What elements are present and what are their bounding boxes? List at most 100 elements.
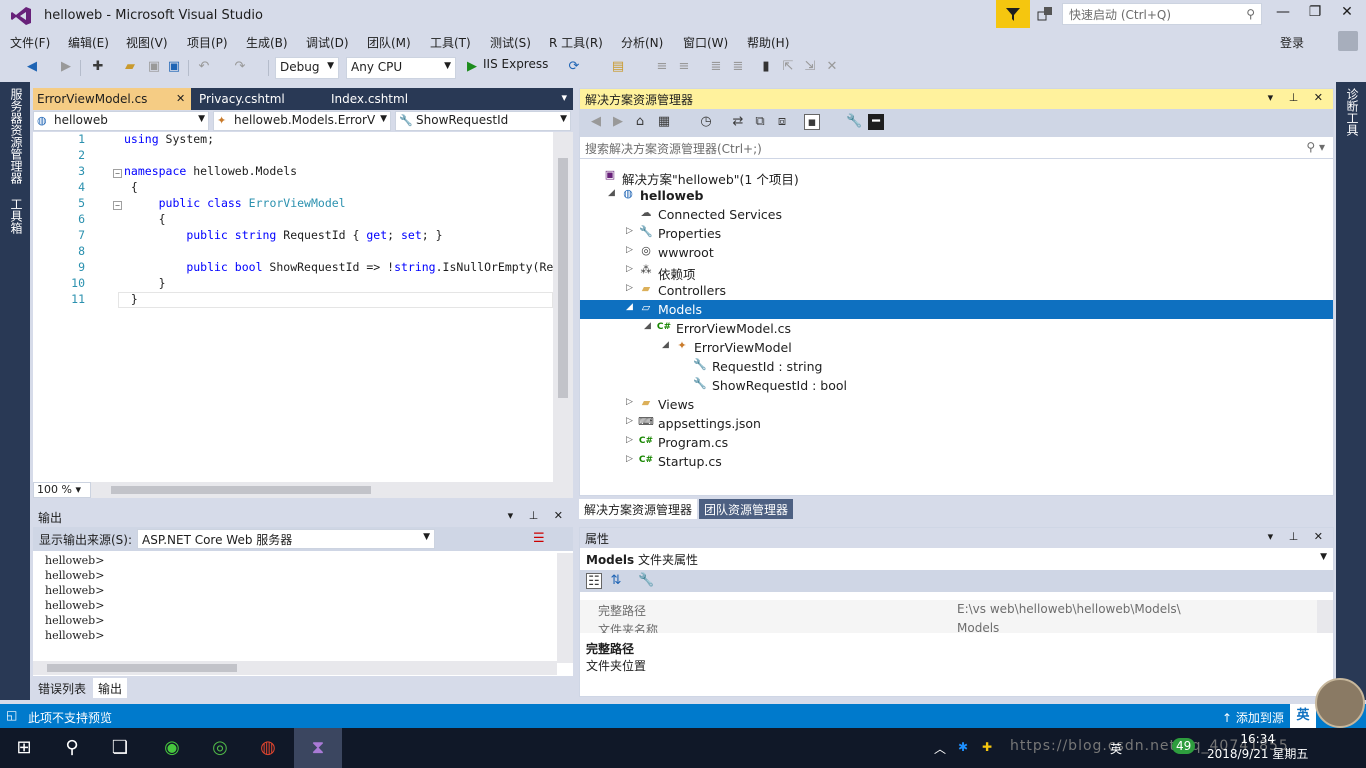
tray-language[interactable]: 英 [1110, 740, 1122, 757]
code-line[interactable]: 6 { [33, 212, 553, 228]
code-line[interactable]: 7 public string RequestId { get; set; } [33, 228, 553, 244]
solution-configuration-select[interactable]: Debug ▼ [275, 57, 339, 79]
notification-icon[interactable] [1036, 5, 1054, 23]
expanded-icon[interactable]: ◢ [644, 321, 651, 331]
tree-item[interactable]: 🔧 ShowRequestId : bool [580, 376, 1333, 395]
search-icon[interactable]: ⚲ [60, 736, 84, 760]
tree-item[interactable]: ◢ ✦ ErrorViewModel [580, 338, 1333, 357]
tray-badge[interactable]: 49 [1172, 738, 1196, 754]
sync-icon[interactable]: ⇄ [730, 114, 746, 130]
minimize-button[interactable]: — [1270, 4, 1296, 26]
home-icon[interactable]: ⌂ [632, 114, 648, 130]
output-vertical-scrollbar[interactable] [557, 553, 573, 663]
task-view-icon[interactable]: ❏ [108, 736, 132, 760]
menu-edit[interactable]: 编辑(E) [68, 34, 109, 51]
pending-changes-icon[interactable]: ◷ [698, 114, 714, 130]
zoom-select[interactable]: 100 % ▾ [33, 482, 91, 498]
menu-view[interactable]: 视图(V) [126, 34, 168, 51]
menu-test[interactable]: 测试(S) [490, 34, 531, 51]
menu-project[interactable]: 项目(P) [187, 34, 228, 51]
tree-item[interactable]: ▷ C# Startup.cs [580, 452, 1333, 471]
menu-debug[interactable]: 调试(D) [306, 34, 349, 51]
feedback-filter-button[interactable] [996, 0, 1030, 28]
pane-controls[interactable]: ▾ ⊥ ✕ [508, 509, 569, 522]
new-project-icon[interactable]: ✚ [90, 59, 106, 75]
forward-icon[interactable]: ▶ [610, 114, 626, 130]
restore-button[interactable]: ❐ [1302, 4, 1328, 26]
preview-icon[interactable]: ▪ [804, 114, 820, 130]
sign-in-link[interactable]: 登录 [1280, 34, 1304, 51]
close-icon[interactable]: ✕ [176, 92, 185, 105]
property-row-full-path[interactable]: 完整路径 E:\vs web\helloweb\helloweb\Models\ [580, 600, 1317, 619]
open-file-icon[interactable]: ▰ [122, 59, 138, 75]
property-pages-icon[interactable]: 🔧 [638, 573, 654, 589]
bookmark-icon[interactable]: ▮ [758, 59, 774, 75]
categorized-icon[interactable]: ☷ [586, 573, 602, 589]
tree-item[interactable]: ◢ ◍ helloweb [580, 186, 1333, 205]
back-icon[interactable]: ◀ [588, 114, 604, 130]
menu-build[interactable]: 生成(B) [246, 34, 288, 51]
properties-object-select[interactable]: Models 文件夹属性 ▼ [580, 548, 1333, 570]
code-line[interactable]: 5 public class ErrorViewModel [33, 196, 553, 212]
tree-item[interactable]: ▷ ⁂ 依赖项 [580, 262, 1333, 282]
add-to-source-control-button[interactable]: ↑ 添加到源 [1222, 709, 1284, 726]
tree-item[interactable]: ▷ 🔧 Properties [580, 224, 1333, 243]
browser-360-icon[interactable]: ◎ [208, 736, 232, 760]
redo-icon[interactable]: ↷ [232, 59, 248, 75]
tree-item[interactable]: ▷ ▰ Views [580, 395, 1333, 414]
member-nav-select[interactable]: 🔧 ShowRequestId ▼ [395, 111, 571, 131]
collapsed-icon[interactable]: ▷ [626, 226, 633, 236]
tab-team-explorer[interactable]: 团队资源管理器 [699, 499, 794, 519]
back-icon[interactable]: ◀ [24, 59, 40, 75]
tab-privacy[interactable]: Privacy.cshtml [195, 88, 325, 110]
code-line[interactable]: 10 } [33, 276, 553, 292]
menu-team[interactable]: 团队(M) [367, 34, 411, 51]
run-iis-express-button[interactable]: IIS Express [483, 57, 548, 71]
account-icon[interactable] [1338, 31, 1358, 51]
property-row-folder-name[interactable]: 文件夹名称 Models [580, 619, 1317, 633]
tree-item[interactable]: 🔧 RequestId : string [580, 357, 1333, 376]
forward-icon[interactable]: ▶ [58, 59, 74, 75]
menu-r-tools[interactable]: R 工具(R) [549, 34, 603, 51]
tree-item[interactable]: ▷ ⌨ appsettings.json [580, 414, 1333, 433]
code-line[interactable]: 2 [33, 148, 553, 164]
code-line[interactable]: 11 } [33, 292, 553, 308]
collapsed-icon[interactable]: ▷ [626, 397, 633, 407]
diagnostic-tools-tab[interactable]: 诊断工具 [1344, 88, 1361, 136]
undo-icon[interactable]: ↶ [196, 59, 212, 75]
chrome-icon[interactable]: ◍ [256, 736, 280, 760]
scroll-thumb[interactable] [47, 664, 237, 672]
expanded-icon[interactable]: ◢ [662, 340, 669, 350]
outdent-icon[interactable]: ≡ [676, 59, 692, 75]
play-icon[interactable]: ▶ [464, 59, 480, 75]
collapsed-icon[interactable]: ▷ [626, 416, 633, 426]
properties-scrollbar[interactable] [1317, 600, 1333, 633]
editor-horizontal-scrollbar[interactable]: 100 % ▾ [33, 482, 573, 498]
clear-bookmarks-icon[interactable]: ✕ [824, 59, 840, 75]
ime-indicator[interactable]: 英 [1290, 704, 1316, 728]
tree-item[interactable]: ▷ ▰ Controllers [580, 281, 1333, 300]
editor-vertical-scrollbar[interactable] [553, 132, 573, 482]
switch-views-icon[interactable]: ▦ [656, 114, 672, 130]
wechat-icon[interactable]: ◉ [160, 736, 184, 760]
system-clock[interactable]: 16:34 2018/9/21 星期五 [1207, 732, 1308, 762]
pin-icon[interactable]: ━ [868, 114, 884, 130]
output-horizontal-scrollbar[interactable] [33, 661, 557, 675]
menu-analyze[interactable]: 分析(N) [621, 34, 663, 51]
indent-icon[interactable]: ≡ [654, 59, 670, 75]
pane-controls[interactable]: ▾ ⊥ ✕ [1268, 91, 1329, 104]
expanded-icon[interactable]: ◢ [608, 188, 615, 198]
menu-tools[interactable]: 工具(T) [430, 34, 471, 51]
code-area[interactable]: − − 1 using System; 2 3 namespace helloweb.M… [33, 132, 553, 477]
browser-link-icon[interactable]: ▤ [610, 59, 626, 75]
code-line[interactable]: 3 namespace helloweb.Models [33, 164, 553, 180]
code-line[interactable]: 8 [33, 244, 553, 260]
menu-window[interactable]: 窗口(W) [683, 34, 728, 51]
tab-overflow-icon[interactable]: ▾ [561, 91, 567, 104]
scroll-thumb[interactable] [558, 158, 568, 398]
tray-app-icon[interactable]: ✱ [958, 740, 968, 754]
collapsed-icon[interactable]: ▷ [626, 435, 633, 445]
tree-item[interactable]: ◢ C# ErrorViewModel.cs [580, 319, 1333, 338]
tray-overflow-icon[interactable]: ︿ [934, 740, 946, 757]
project-nav-select[interactable]: ◍ helloweb ▼ [33, 111, 209, 131]
